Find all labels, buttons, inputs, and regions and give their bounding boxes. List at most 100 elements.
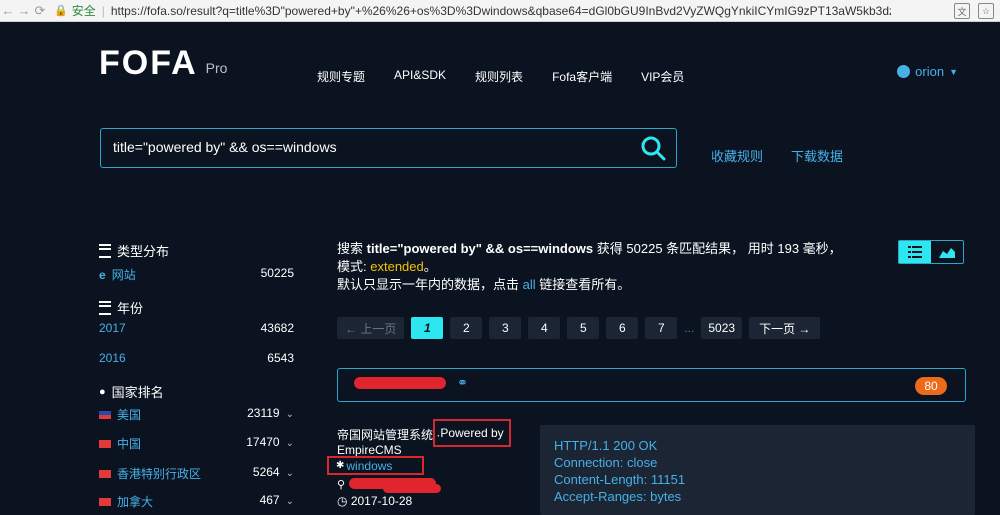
- year-heading: 年份: [99, 298, 143, 317]
- chevron-down-icon: ▼: [949, 66, 958, 77]
- prev-page-button[interactable]: ← 上一页: [337, 317, 405, 339]
- score-badge: 80: [915, 377, 947, 395]
- date-row: ◷ 2017-10-28: [337, 494, 412, 508]
- search-box: [100, 128, 677, 168]
- results-summary: 搜索 title="powered by" && os==windows 获得 …: [337, 240, 852, 294]
- country-count: 467: [259, 493, 280, 507]
- summary-query: title="powered by" && os==windows: [366, 241, 594, 256]
- cms-name: EmpireCMS: [337, 443, 402, 457]
- country-heading-label: 国家排名: [111, 385, 164, 400]
- summary-note-end: 链接查看所有。: [539, 277, 631, 292]
- chevron-down-icon[interactable]: ⌄: [286, 468, 294, 479]
- country-row-hk[interactable]: 香港特别行政区 5264 ⌄: [99, 465, 294, 482]
- search-input[interactable]: [111, 138, 615, 156]
- page-7-button[interactable]: 7: [645, 317, 678, 339]
- http-line: Connection: close: [554, 455, 658, 470]
- year-count: 43682: [260, 321, 294, 335]
- page-last-button[interactable]: 5023: [701, 317, 743, 339]
- summary-note: 默认只显示一年内的数据，点击: [337, 277, 520, 292]
- type-heading-label: 类型分布: [117, 244, 170, 259]
- star-icon[interactable]: ☆: [978, 3, 994, 19]
- translate-icon[interactable]: 文: [954, 3, 970, 19]
- page-2-button[interactable]: 2: [450, 317, 483, 339]
- address-divider: |: [101, 3, 105, 18]
- result-date: 2017-10-28: [350, 494, 413, 508]
- save-rule-link[interactable]: 收藏规则: [711, 146, 763, 165]
- logo-text: FOFA: [99, 44, 198, 82]
- summary-prefix: 搜索: [337, 241, 364, 256]
- next-page-button[interactable]: 下一页 →: [749, 317, 821, 339]
- redacted-host: [354, 377, 446, 389]
- us-flag-icon: [99, 410, 111, 419]
- os-name: windows: [346, 458, 393, 473]
- search-icon[interactable]: [640, 135, 666, 161]
- page-5-button[interactable]: 5: [567, 317, 600, 339]
- view-toggle: [898, 240, 964, 264]
- map-pin-icon: ⚲: [337, 479, 346, 491]
- year-count: 6543: [267, 351, 294, 365]
- nav-vip[interactable]: VIP会员: [641, 68, 684, 85]
- fofa-logo[interactable]: FOFA Pro: [99, 46, 227, 80]
- list-icon: [99, 243, 111, 258]
- http-header-panel: HTTP/1.1 200 OK Connection: close Conten…: [540, 425, 975, 515]
- user-menu[interactable]: orion ▼: [897, 64, 958, 79]
- nav-api-sdk[interactable]: API&SDK: [394, 68, 446, 85]
- type-count: 50225: [260, 266, 294, 280]
- year-row-2017[interactable]: 2017 43682: [99, 321, 294, 335]
- nav-fofa-client[interactable]: Fofa客户端: [552, 68, 612, 85]
- country-row-us[interactable]: 美国 23119 ⌄: [99, 406, 294, 423]
- download-data-link[interactable]: 下载数据: [791, 146, 843, 165]
- area-chart-icon: [939, 248, 955, 258]
- page-1-button[interactable]: 1: [411, 317, 444, 339]
- type-row-website[interactable]: e 网站 50225: [99, 266, 294, 283]
- list-icon: [99, 300, 111, 315]
- ie-icon: e: [99, 267, 106, 282]
- redacted-date-overlay: [383, 484, 441, 493]
- year-name: 2016: [99, 351, 126, 365]
- browser-actions: 文 ☆: [954, 3, 994, 19]
- nav-rule-topics[interactable]: 规则专题: [317, 68, 365, 85]
- reload-icon[interactable]: ⟳: [32, 3, 48, 19]
- ca-flag-icon: [99, 497, 111, 506]
- clock-icon: ◷: [337, 494, 348, 508]
- secure-label: 安全: [71, 4, 96, 18]
- country-count: 17470: [246, 435, 280, 449]
- chevron-down-icon[interactable]: ⌄: [286, 438, 294, 449]
- http-line: Accept-Ranges: bytes: [554, 489, 682, 504]
- country-heading: ● 国家排名: [99, 382, 164, 401]
- pager-ellipsis: ...: [684, 321, 695, 335]
- country-count: 5264: [252, 465, 280, 479]
- forward-icon[interactable]: →: [16, 3, 32, 18]
- year-row-2016[interactable]: 2016 6543: [99, 351, 294, 365]
- browser-toolbar: ← → ⟳ 🔒 安全 | https://fofa.so/result?q=ti…: [0, 0, 1000, 22]
- os-tag[interactable]: ✱ windows: [327, 456, 424, 475]
- page-4-button[interactable]: 4: [528, 317, 561, 339]
- country-count: 23119: [247, 406, 280, 420]
- globe-icon: ●: [99, 385, 106, 398]
- chart-view-button[interactable]: [931, 241, 963, 263]
- summary-end: 。: [423, 259, 437, 274]
- year-name: 2017: [99, 321, 126, 335]
- list-view-button[interactable]: [899, 241, 931, 263]
- http-line: Content-Length: 11151: [554, 472, 686, 487]
- page-3-button[interactable]: 3: [489, 317, 522, 339]
- back-icon[interactable]: ←: [0, 3, 16, 18]
- chevron-down-icon[interactable]: ⌄: [286, 409, 294, 420]
- powered-by-highlight: Powered by: [433, 419, 511, 447]
- all-link[interactable]: all: [523, 277, 536, 292]
- search-links: 收藏规则 下载数据: [711, 146, 843, 165]
- result-card-header[interactable]: ⚭ 80: [337, 368, 966, 402]
- address-bar[interactable]: https://fofa.so/result?q=title%3D"powere…: [111, 4, 891, 18]
- page-6-button[interactable]: 6: [606, 317, 639, 339]
- type-heading: 类型分布: [99, 241, 169, 260]
- gear-icon: ✱: [336, 460, 345, 471]
- chevron-down-icon[interactable]: ⌄: [286, 496, 294, 507]
- nav-rule-list[interactable]: 规则列表: [475, 68, 523, 85]
- country-row-cn[interactable]: 中国 17470 ⌄: [99, 435, 294, 452]
- country-row-ca[interactable]: 加拿大 467 ⌄: [99, 493, 294, 510]
- user-name: orion: [915, 64, 945, 79]
- cms-label: 帝国网站管理系统 ·: [337, 428, 441, 442]
- type-name: 网站: [111, 268, 136, 282]
- link-icon[interactable]: ⚭: [457, 375, 468, 391]
- hk-flag-icon: [99, 469, 111, 478]
